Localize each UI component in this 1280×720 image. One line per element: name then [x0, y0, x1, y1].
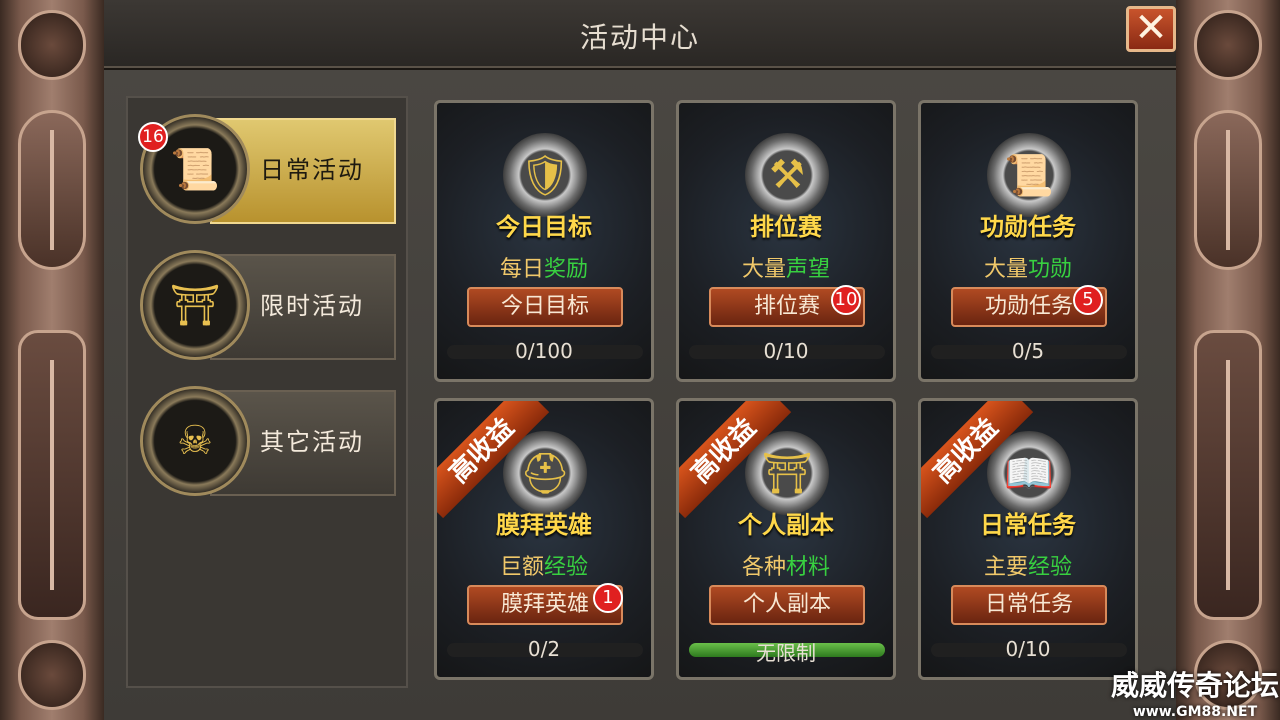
card-title: 排位赛 [750, 213, 822, 241]
progress-text: 0/100 [515, 339, 573, 363]
activity-card-merit: 📜 功勋任务 大量功勋 功勋任务 5 0/5 [918, 100, 1138, 382]
progress-text: 0/10 [763, 339, 809, 363]
scroll-icon: 📜 [987, 133, 1071, 217]
shield-icon: 🛡 [503, 133, 587, 217]
personal-dungeon-button[interactable]: 个人副本 [709, 585, 865, 625]
progress-text: 0/2 [527, 637, 561, 661]
watermark: 威威传奇论坛 www.GM88.NET [1110, 669, 1279, 720]
notification-badge: 10 [831, 285, 861, 315]
sidebar-item-label: 其它活动 [260, 428, 364, 456]
card-title: 个人副本 [738, 511, 834, 539]
card-title: 功勋任务 [980, 213, 1076, 241]
window-title: 活动中心 [579, 21, 700, 54]
notification-badge: 16 [138, 122, 168, 152]
title-bar: 活动中心 [104, 0, 1176, 68]
activity-card-ranked: ⚒ 排位赛 大量声望 排位赛 10 0/10 [676, 100, 896, 382]
activity-card-daily-task: 📖 高收益 日常任务 主要经验 日常任务 0/10 [918, 398, 1138, 680]
right-pillar-decoration [1176, 0, 1280, 720]
close-button[interactable]: ✕ [1126, 6, 1176, 52]
sidebar-item-limited[interactable]: ⛩ 限时活动 [140, 250, 398, 360]
card-description: 巨额经验 [499, 555, 589, 580]
gate-icon: ⛩ [140, 250, 250, 360]
demon-head-icon: ☠ [140, 386, 250, 496]
card-title: 日常任务 [980, 511, 1076, 539]
card-description: 大量功勋 [983, 257, 1073, 282]
hammer-sword-icon: ⚒ [745, 133, 829, 217]
activity-card-today-goal: 🛡 今日目标 每日奖励 今日目标 0/100 [434, 100, 654, 382]
notification-badge: 5 [1073, 285, 1103, 315]
notification-badge: 1 [593, 583, 623, 613]
daily-task-button[interactable]: 日常任务 [951, 585, 1107, 625]
sidebar-item-daily[interactable]: 📜 日常活动 16 [138, 114, 398, 224]
today-goal-button[interactable]: 今日目标 [467, 287, 623, 327]
sidebar-item-other[interactable]: ☠ 其它活动 [140, 386, 398, 496]
card-description: 主要经验 [983, 555, 1073, 580]
card-title: 膜拜英雄 [496, 511, 592, 539]
activity-card-personal-dungeon: ⛩ 高收益 个人副本 各种材料 个人副本 无限制 [676, 398, 896, 680]
sidebar-item-label: 限时活动 [260, 292, 364, 320]
card-description: 大量声望 [741, 257, 831, 282]
activity-card-worship-hero: ⛑ 高收益 膜拜英雄 巨额经验 膜拜英雄 1 0/2 [434, 398, 654, 680]
left-pillar-decoration [0, 0, 104, 720]
progress-text: 0/10 [1005, 637, 1051, 661]
progress-text: 0/5 [1011, 339, 1045, 363]
card-description: 各种材料 [741, 555, 831, 580]
progress-text: 无限制 [756, 641, 816, 665]
card-description: 每日奖励 [499, 257, 589, 282]
card-title: 今日目标 [496, 213, 592, 241]
sidebar-item-label: 日常活动 [260, 156, 364, 184]
